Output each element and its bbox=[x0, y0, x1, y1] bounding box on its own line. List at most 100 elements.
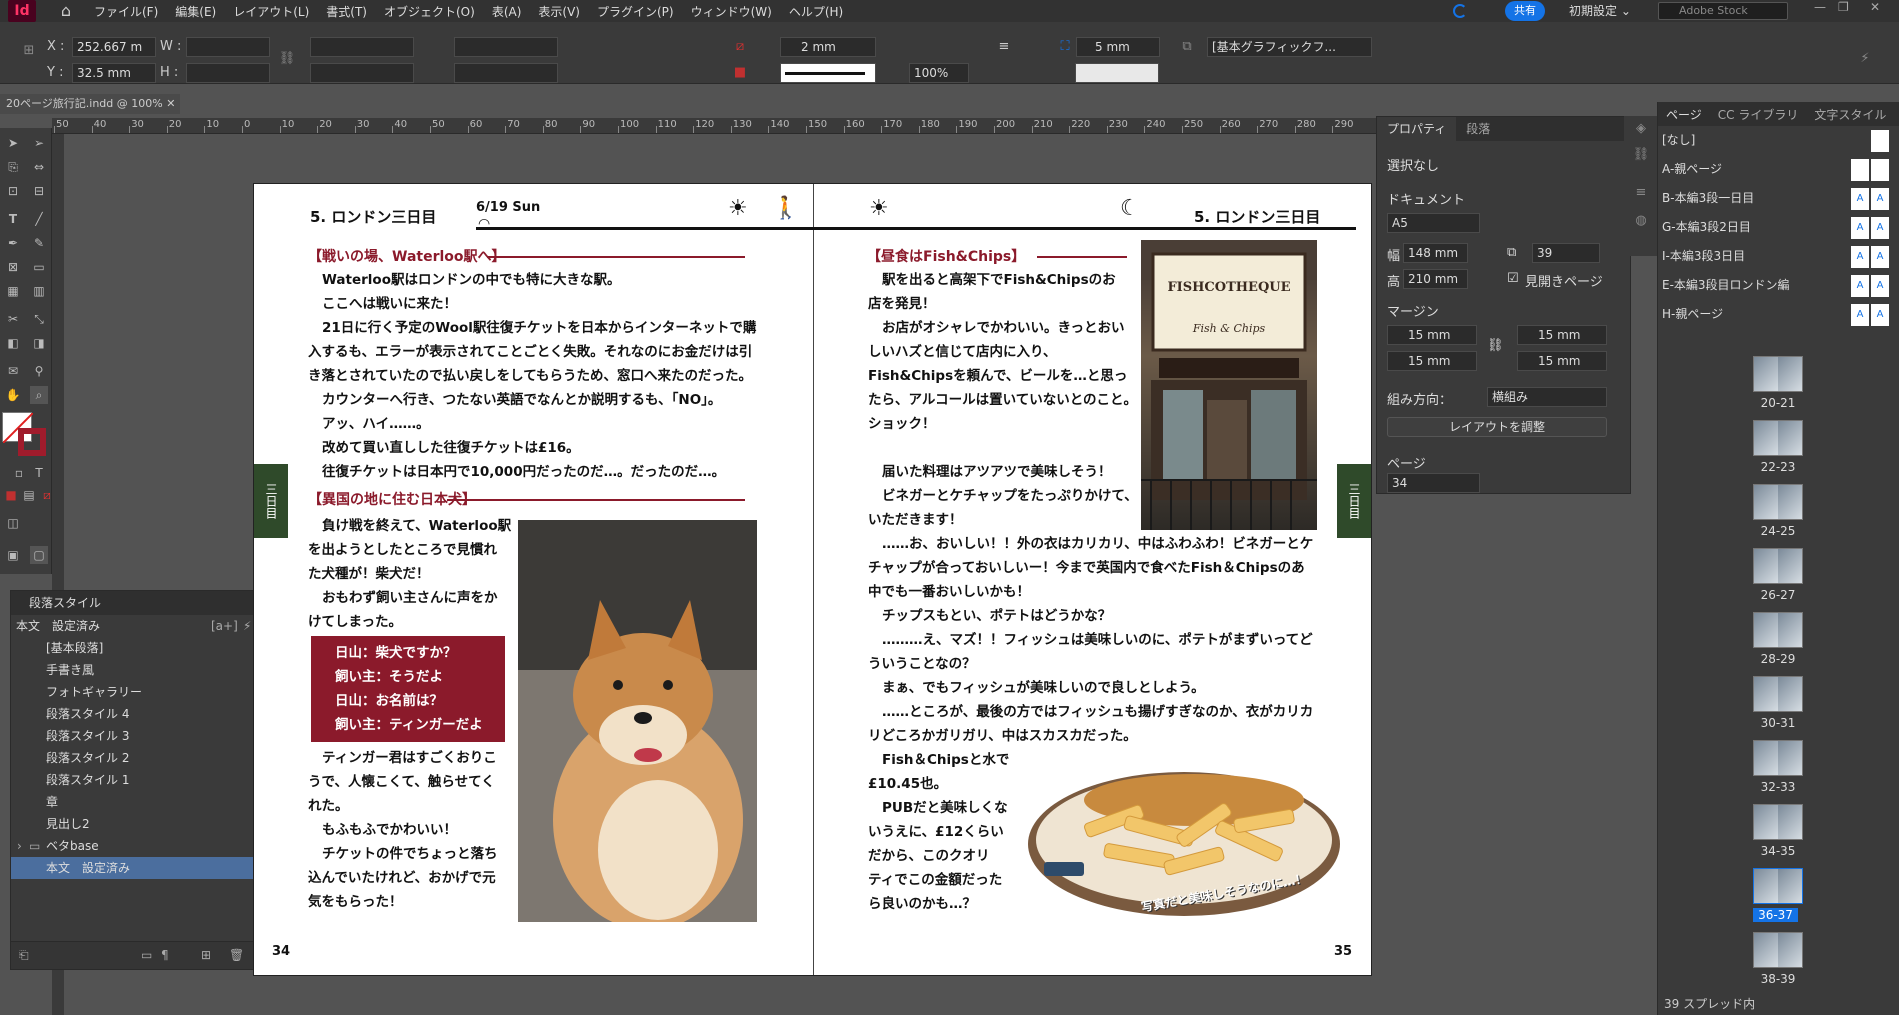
fish-shop-photo[interactable]: FISHCOTHEQUE Fish & Chips bbox=[1141, 240, 1317, 530]
grid-tool-icon[interactable]: ▥ bbox=[30, 282, 48, 300]
menu-window[interactable]: ウィンドウ(W) bbox=[691, 3, 772, 20]
margin-bottom-field[interactable]: 15 mm bbox=[1387, 351, 1477, 371]
corner-options-icon[interactable]: ⛶ bbox=[1056, 38, 1074, 56]
rectangle-frame-tool-icon[interactable]: ⊠ bbox=[4, 258, 22, 276]
style-item[interactable]: 段落スタイル 4 bbox=[11, 703, 260, 725]
text-wrap-field[interactable] bbox=[1075, 63, 1159, 83]
close-window-icon[interactable]: ✕ bbox=[1870, 0, 1880, 14]
spread-thumb[interactable] bbox=[1753, 612, 1803, 648]
margin-right-field[interactable]: 15 mm bbox=[1517, 351, 1607, 371]
style-item[interactable]: 章 bbox=[11, 791, 260, 813]
delete-icon[interactable]: 🗑 bbox=[229, 948, 244, 962]
spread-thumb[interactable] bbox=[1753, 420, 1803, 456]
margin-top-field[interactable]: 15 mm bbox=[1387, 325, 1477, 345]
rotate-field[interactable] bbox=[454, 37, 558, 57]
menu-layout[interactable]: レイアウト(L) bbox=[233, 3, 309, 20]
link-margins-icon[interactable]: ⛓ bbox=[1487, 338, 1504, 353]
document-spread[interactable]: 5. ロンドン三日目 6/19 Sun ◠ ☀ 🚶 ☀ ☾ 三日目 【戦いの場、… bbox=[253, 183, 1372, 976]
preview-mode-icon[interactable]: ◫ bbox=[4, 514, 22, 532]
document-tab[interactable]: 20ページ旅行記.indd @ 100% ✕ bbox=[0, 94, 180, 114]
layers-icon[interactable]: ◈ bbox=[1632, 120, 1650, 138]
spread-thumb[interactable] bbox=[1753, 676, 1803, 712]
constrain-proportions-icon[interactable]: ⛓ bbox=[278, 50, 296, 68]
stock-search-input[interactable]: Adobe Stock bbox=[1658, 2, 1788, 20]
master-b[interactable]: B-本編3段一日目 A A bbox=[1658, 184, 1899, 213]
screen-mode-icon[interactable]: ▢ bbox=[30, 546, 48, 564]
margin-left-field[interactable]: 15 mm bbox=[1517, 325, 1607, 345]
style-item[interactable]: 段落スタイル 2 bbox=[11, 747, 260, 769]
zoom-tool-icon[interactable]: ⌕ bbox=[30, 386, 48, 404]
spread-thumb[interactable] bbox=[1753, 548, 1803, 584]
master-i[interactable]: I-本編3段3日目 A A bbox=[1658, 242, 1899, 271]
fill-none-icon[interactable]: ⧄ bbox=[731, 38, 749, 56]
reference-point-icon[interactable]: ⊞ bbox=[20, 42, 38, 60]
horizontal-ruler[interactable]: 50 40 30 20 10 0 10 20 30 40 50 60 70 80 90 100 110 120 13… bbox=[52, 118, 1377, 134]
tab-pages[interactable]: ページ bbox=[1658, 106, 1710, 123]
selection-tool-icon[interactable]: ➤ bbox=[4, 134, 22, 152]
spread-thumb[interactable] bbox=[1753, 484, 1803, 520]
style-item-selected[interactable]: 本文 設定済み bbox=[11, 857, 260, 879]
object-style-icon[interactable]: ⧉ bbox=[1178, 38, 1196, 56]
height-field[interactable]: 210 mm bbox=[1403, 269, 1468, 289]
scissors-tool-icon[interactable]: ✂ bbox=[4, 310, 22, 328]
pages-count-field[interactable]: 39 bbox=[1532, 243, 1600, 263]
content-placer-icon[interactable]: ⊟ bbox=[30, 182, 48, 200]
free-transform-tool-icon[interactable]: ⤡ bbox=[30, 310, 48, 328]
stroke-weight-field[interactable]: 2 mm bbox=[780, 37, 876, 57]
y-field[interactable]: 32.5 mm bbox=[72, 63, 156, 83]
h-field[interactable] bbox=[186, 63, 270, 83]
menu-plugins[interactable]: プラグイン(P) bbox=[597, 3, 674, 20]
master-a[interactable]: A-親ページ bbox=[1658, 155, 1899, 184]
width-field[interactable]: 148 mm bbox=[1403, 243, 1468, 263]
stroke-swatch-icon[interactable]: ■ bbox=[731, 64, 749, 82]
tab-character-styles[interactable]: 文字スタイル bbox=[1806, 106, 1894, 123]
menu-object[interactable]: オブジェクト(O) bbox=[384, 3, 475, 20]
clear-overrides-icon[interactable]: ¶ bbox=[161, 948, 169, 962]
page-tool-icon[interactable]: ⎘ bbox=[4, 158, 22, 176]
share-button[interactable]: 共有 bbox=[1505, 1, 1545, 21]
page-select[interactable]: 34 bbox=[1387, 473, 1480, 493]
scale-x-field[interactable] bbox=[310, 37, 414, 57]
master-e[interactable]: E-本編3段目ロンドン編 A A bbox=[1658, 271, 1899, 300]
swatches-icon[interactable]: ◍ bbox=[1632, 212, 1650, 230]
apply-color-icon[interactable]: ■ bbox=[2, 486, 20, 504]
new-style-icon[interactable]: ⊞ bbox=[201, 948, 211, 962]
stroke-swatch-tool-icon[interactable] bbox=[18, 428, 46, 456]
style-item[interactable]: [基本段落] bbox=[11, 637, 260, 659]
new-override-icon[interactable]: [a+] bbox=[211, 615, 238, 637]
w-field[interactable] bbox=[186, 37, 270, 57]
style-item[interactable]: 段落スタイル 3 bbox=[11, 725, 260, 747]
apply-none-icon[interactable]: ⧄ bbox=[38, 486, 56, 504]
content-collector-icon[interactable]: ⊡ bbox=[4, 182, 22, 200]
minimize-icon[interactable]: — bbox=[1814, 0, 1826, 14]
eyedropper-tool-icon[interactable]: ⚲ bbox=[30, 362, 48, 380]
scale-y-field[interactable] bbox=[310, 63, 414, 83]
direct-selection-tool-icon[interactable]: ➢ bbox=[30, 134, 48, 152]
align-left-icon[interactable]: ≡ bbox=[995, 38, 1013, 56]
corner-size-field[interactable]: 5 mm bbox=[1076, 37, 1160, 57]
pencil-tool-icon[interactable]: ✎ bbox=[30, 234, 48, 252]
stroke-panel-icon[interactable]: ≡ bbox=[1632, 184, 1650, 202]
style-item[interactable]: 段落スタイル 1 bbox=[11, 769, 260, 791]
style-group[interactable]: › ▭ ベタbase bbox=[11, 835, 260, 857]
shiba-dog-photo[interactable] bbox=[518, 520, 757, 922]
new-group-icon[interactable]: ▭ bbox=[141, 948, 152, 962]
spread-thumb[interactable] bbox=[1753, 804, 1803, 840]
formatting-text-icon[interactable]: T bbox=[30, 464, 48, 482]
rectangle-tool-icon[interactable]: ▭ bbox=[30, 258, 48, 276]
lightning-icon[interactable]: ⚡ bbox=[243, 615, 251, 637]
menu-help[interactable]: ヘルプ(H) bbox=[789, 3, 843, 20]
menu-file[interactable]: ファイル(F) bbox=[94, 3, 158, 20]
page-size-select[interactable]: A5 bbox=[1387, 213, 1480, 233]
stroke-type-select[interactable] bbox=[780, 63, 876, 83]
menu-type[interactable]: 書式(T) bbox=[326, 3, 367, 20]
menu-view[interactable]: 表示(V) bbox=[538, 3, 580, 20]
table-tool-icon[interactable]: ▦ bbox=[4, 282, 22, 300]
adjust-layout-button[interactable]: レイアウトを調整 bbox=[1387, 417, 1607, 437]
menu-table[interactable]: 表(A) bbox=[492, 3, 522, 20]
spread-thumb[interactable] bbox=[1753, 740, 1803, 776]
tab-cc-libraries[interactable]: CC ライブラリ bbox=[1710, 106, 1807, 123]
menu-edit[interactable]: 編集(E) bbox=[175, 3, 216, 20]
hand-tool-icon[interactable]: ✋ bbox=[4, 386, 22, 404]
paragraph-styles-title[interactable]: 段落スタイル bbox=[11, 591, 260, 615]
